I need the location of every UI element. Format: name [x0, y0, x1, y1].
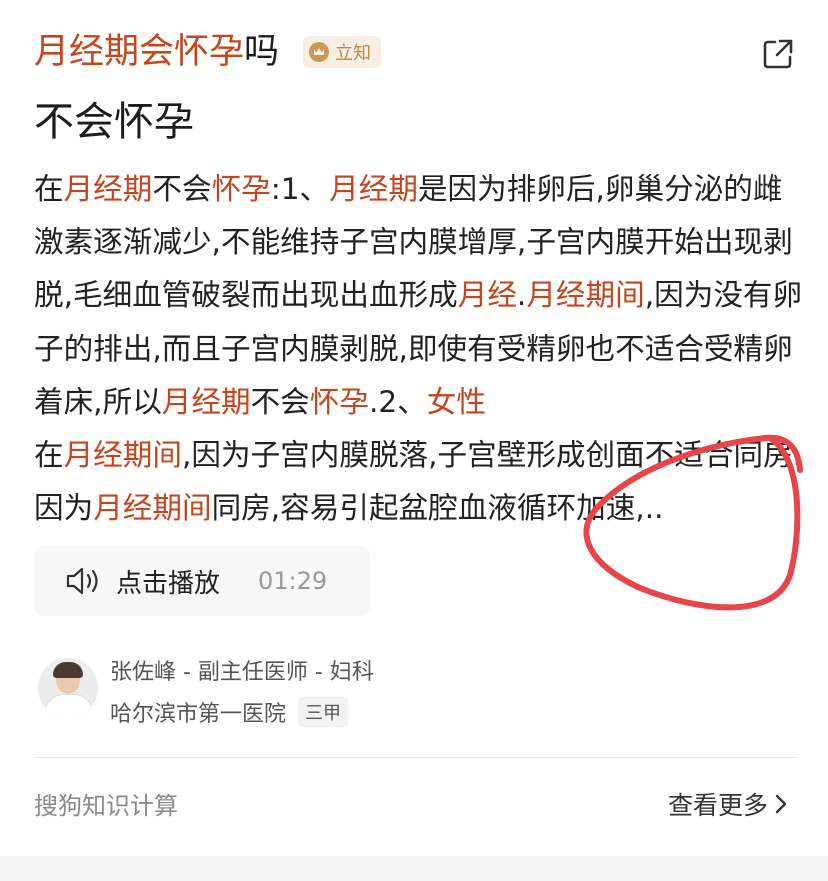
lizhi-badge: 立知: [303, 36, 382, 68]
bottom-spacer: [0, 856, 828, 881]
divider: [34, 757, 798, 758]
body-highlight: 月经期间: [63, 438, 182, 473]
see-more-link[interactable]: 查看更多: [668, 786, 788, 822]
answer-body: 在月经期不会怀孕:1、月经期是因为排卵后,卵巢分泌的雌激素逐渐减少,不能维持子宫…: [34, 163, 804, 535]
body-highlight: 月经期: [329, 172, 418, 206]
hospital-level-badge: 三甲: [298, 697, 349, 727]
body-highlight: 女性: [426, 384, 486, 419]
title-rest: 吗: [244, 32, 280, 72]
body-text: .2、: [368, 384, 427, 419]
body-highlight: 怀孕: [309, 384, 369, 419]
doctor-info: 张佐峰 - 副主任医师 - 妇科: [110, 660, 374, 685]
body-highlight: 月经期间: [93, 491, 212, 526]
question-title: 月经期会怀孕吗: [34, 26, 279, 78]
body-highlight: 怀孕: [211, 172, 271, 206]
source-label: 搜狗知识计算: [34, 792, 178, 820]
doctor-card[interactable]: 张佐峰 - 副主任医师 - 妇科 哈尔滨市第一医院 三甲: [34, 652, 794, 732]
badge-label: 立知: [335, 43, 372, 64]
body-highlight: 月经期: [161, 384, 251, 419]
share-icon[interactable]: [760, 36, 796, 72]
audio-label: 点击播放: [116, 568, 221, 599]
body-text: 不会: [152, 172, 212, 206]
audio-play-button[interactable]: 点击播放 01:29: [34, 546, 370, 616]
body-highlight: 月经期间: [526, 278, 645, 313]
see-more-label: 查看更多: [667, 791, 768, 820]
doctor-avatar: [38, 658, 98, 718]
title-highlight: 月经期会怀孕: [34, 32, 245, 72]
body-text: 在: [34, 172, 64, 206]
body-highlight: 月经: [457, 278, 517, 313]
speaker-icon: [66, 567, 98, 595]
answer-summary: 不会怀孕: [34, 99, 194, 145]
question-header: 月经期会怀孕吗 立知: [34, 26, 798, 78]
chevron-right-icon: [775, 794, 787, 814]
body-text: :1、: [270, 172, 330, 206]
body-text: 不会: [250, 384, 310, 419]
audio-duration: 01:29: [258, 567, 328, 595]
body-highlight: 月经期: [63, 172, 153, 206]
doctor-hospital-row: 哈尔滨市第一医院 三甲: [110, 696, 349, 728]
body-text: 同房,容易引起盆腔血液循环加速,..: [211, 491, 664, 526]
body-text: 在: [34, 438, 64, 473]
body-text: .: [516, 278, 527, 313]
crown-icon: [309, 42, 330, 62]
hospital-name: 哈尔滨市第一医院: [110, 702, 287, 727]
